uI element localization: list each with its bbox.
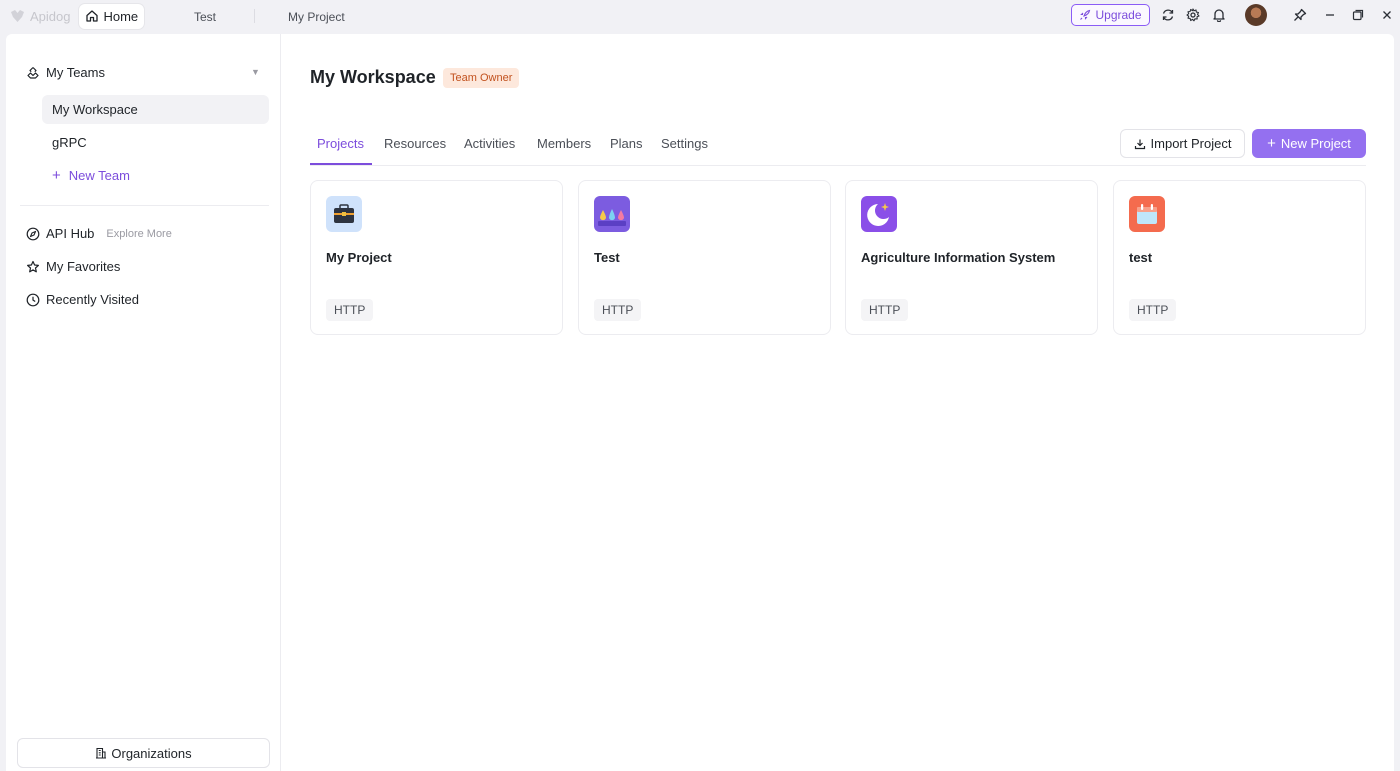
- title-bar: Apidog Home Test My Project Upgrade: [0, 0, 1400, 32]
- import-icon: [1134, 139, 1145, 149]
- new-project-button[interactable]: + New Project: [1252, 129, 1366, 158]
- new-team-label: New Team: [68, 168, 130, 183]
- sidebar-item-my-workspace[interactable]: My Workspace: [42, 95, 269, 124]
- active-tab-indicator: [310, 163, 372, 165]
- import-project-label: Import Project: [1150, 136, 1232, 151]
- gear-icon[interactable]: [1185, 7, 1201, 23]
- project-card[interactable]: My Project HTTP: [310, 180, 563, 335]
- tab-projects[interactable]: Projects: [317, 136, 364, 151]
- tab-resources[interactable]: Resources: [384, 136, 446, 151]
- upgrade-label: Upgrade: [1095, 8, 1142, 22]
- new-team-button[interactable]: + New Team: [52, 167, 130, 184]
- my-teams-label: My Teams: [46, 65, 105, 80]
- new-project-label: New Project: [1280, 136, 1351, 151]
- tab-test-label: Test: [194, 9, 217, 24]
- project-name: Agriculture Information System: [861, 250, 1056, 265]
- app-logo: Apidog: [9, 9, 70, 24]
- explore-more-link[interactable]: Explore More: [106, 228, 171, 240]
- clock-icon: [26, 293, 40, 306]
- bell-icon[interactable]: [1211, 7, 1227, 23]
- home-icon: [86, 10, 99, 22]
- tab-test[interactable]: Test: [194, 4, 216, 29]
- sidebar-item-api-hub[interactable]: API Hub Explore More: [26, 226, 172, 241]
- restore-icon[interactable]: [1350, 7, 1366, 23]
- compass-icon: [26, 227, 40, 240]
- plus-icon: +: [52, 167, 61, 184]
- pin-icon[interactable]: [1292, 7, 1308, 23]
- project-name: My Project: [326, 250, 392, 265]
- rocket-icon: [1080, 9, 1091, 20]
- teams-icon: [27, 66, 39, 79]
- favorites-label: My Favorites: [46, 259, 121, 274]
- tab-my-project[interactable]: My Project: [288, 4, 345, 29]
- project-type-badge: HTTP: [326, 299, 374, 321]
- chevron-down-icon[interactable]: ▼: [251, 67, 260, 77]
- sidebar-item-grpc[interactable]: gRPC: [52, 135, 87, 150]
- project-card[interactable]: Agriculture Information System HTTP: [845, 180, 1098, 335]
- app-logo-text: Apidog: [30, 8, 71, 24]
- import-project-button[interactable]: Import Project: [1120, 129, 1245, 158]
- main-content: My Workspace Team Owner Projects Resourc…: [281, 34, 1394, 771]
- page-title: My Workspace: [310, 67, 436, 87]
- project-type-badge: HTTP: [594, 299, 642, 321]
- recently-visited-label: Recently Visited: [46, 292, 139, 307]
- tab-divider: [254, 9, 255, 23]
- plus-icon: +: [1267, 135, 1276, 152]
- tab-settings[interactable]: Settings: [661, 136, 708, 151]
- tab-activities[interactable]: Activities: [464, 136, 515, 151]
- tab-members[interactable]: Members: [537, 136, 591, 151]
- moon-icon: [861, 196, 897, 232]
- tab-home-label: Home: [103, 8, 139, 24]
- star-icon: [27, 260, 39, 272]
- my-teams-header[interactable]: My Teams: [26, 65, 105, 80]
- project-card[interactable]: Test HTTP: [578, 180, 831, 335]
- sidebar: My Teams ▼ My Workspace gRPC + New Team …: [6, 34, 281, 771]
- sidebar-item-recently-visited[interactable]: Recently Visited: [26, 292, 139, 307]
- calendar-icon: [1129, 196, 1165, 232]
- refresh-icon[interactable]: [1160, 7, 1176, 23]
- organizations-button[interactable]: Organizations: [17, 738, 270, 768]
- upgrade-button[interactable]: Upgrade: [1071, 4, 1150, 26]
- minimize-icon[interactable]: [1322, 7, 1338, 23]
- tab-plans[interactable]: Plans: [610, 136, 643, 151]
- building-icon: [96, 747, 107, 759]
- avatar[interactable]: [1245, 4, 1267, 26]
- organizations-label: Organizations: [111, 745, 192, 761]
- project-card[interactable]: test HTTP: [1113, 180, 1366, 335]
- sidebar-item-label: gRPC: [52, 135, 87, 150]
- sidebar-item-favorites[interactable]: My Favorites: [26, 259, 120, 274]
- sidebar-divider: [20, 205, 269, 206]
- apidog-logo-icon: [11, 10, 24, 22]
- briefcase-icon: [326, 196, 362, 232]
- close-icon[interactable]: [1379, 7, 1395, 23]
- project-name: test: [1129, 250, 1153, 265]
- api-hub-label: API Hub: [46, 226, 95, 241]
- project-name: Test: [594, 250, 620, 265]
- droplets-icon: [594, 196, 630, 232]
- project-type-badge: HTTP: [861, 299, 909, 321]
- sidebar-item-label: My Workspace: [52, 102, 138, 117]
- role-badge: Team Owner: [443, 68, 520, 88]
- tab-home[interactable]: Home: [79, 3, 145, 29]
- project-type-badge: HTTP: [1129, 299, 1177, 321]
- tab-my-project-label: My Project: [288, 9, 345, 24]
